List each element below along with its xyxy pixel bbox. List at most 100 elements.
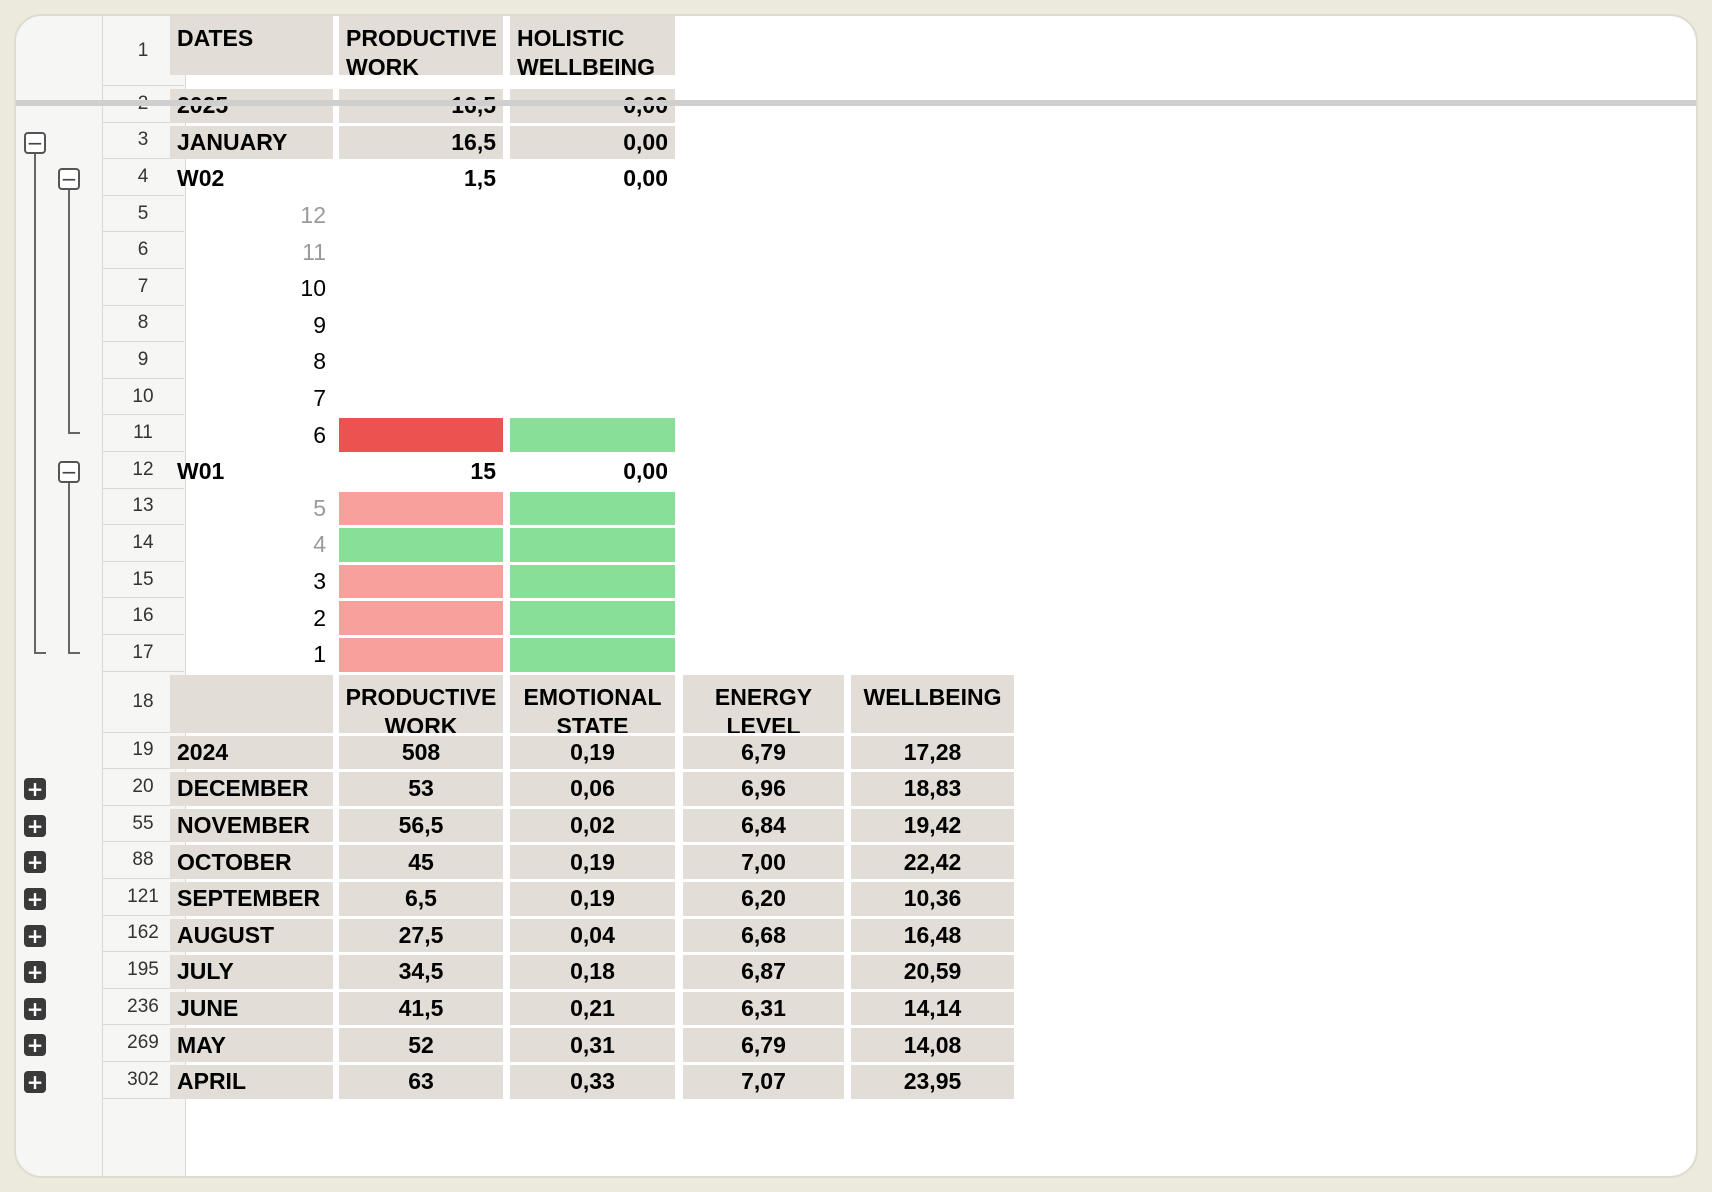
day-wellbeing-cell[interactable] — [510, 199, 675, 233]
month-wellbeing[interactable]: 14,14 — [851, 991, 1014, 1026]
month-label[interactable]: JULY — [170, 955, 333, 989]
day-number[interactable]: 8 — [170, 345, 333, 379]
week-holistic-wellbeing[interactable]: 0,00 — [510, 455, 675, 489]
month-label-january[interactable]: JANUARY — [170, 125, 333, 160]
day-number[interactable]: 2 — [170, 601, 333, 635]
day-number[interactable]: 3 — [170, 565, 333, 599]
month-energy-level[interactable]: 7,07 — [683, 1065, 844, 1099]
expand-group-plus-icon[interactable]: + — [24, 1034, 46, 1057]
month-productive-work[interactable]: 41,5 — [339, 991, 503, 1026]
month-emotional-state[interactable]: 0,19 — [510, 845, 675, 879]
month-energy-level[interactable]: 6,79 — [683, 1028, 844, 1062]
day-productive-work-cell[interactable] — [339, 418, 503, 452]
collapse-group-minus-icon[interactable]: − — [58, 461, 80, 483]
day-productive-work-cell[interactable] — [339, 309, 503, 343]
week-productive-work[interactable]: 15 — [339, 455, 503, 489]
month-productive-work[interactable]: 16,5 — [339, 125, 503, 160]
month-holistic-wellbeing[interactable]: 0,00 — [510, 125, 675, 160]
expand-group-plus-icon[interactable]: + — [24, 814, 46, 837]
day-productive-work-cell[interactable] — [339, 528, 503, 562]
month-wellbeing[interactable]: 10,36 — [851, 882, 1014, 916]
month-productive-work[interactable]: 63 — [339, 1065, 503, 1099]
month-emotional-state[interactable]: 0,21 — [510, 991, 675, 1026]
month-energy-level[interactable]: 6,20 — [683, 882, 844, 916]
month-productive-work[interactable]: 45 — [339, 845, 503, 879]
column-header-emotional-state[interactable]: EMOTIONAL STATE — [510, 674, 675, 733]
day-number[interactable]: 12 — [170, 199, 333, 233]
day-wellbeing-cell[interactable] — [510, 638, 675, 672]
week-holistic-wellbeing[interactable]: 0,00 — [510, 162, 675, 196]
column-header-blank[interactable] — [170, 674, 333, 733]
month-label[interactable]: JUNE — [170, 991, 333, 1026]
expand-group-plus-icon[interactable]: + — [24, 1071, 46, 1093]
frozen-header-divider[interactable] — [16, 100, 1696, 106]
day-wellbeing-cell[interactable] — [510, 601, 675, 635]
month-productive-work[interactable]: 27,5 — [339, 918, 503, 953]
month-productive-work[interactable]: 53 — [339, 772, 503, 806]
week-label-w01[interactable]: W01 — [170, 455, 333, 489]
month-productive-work[interactable]: 6,5 — [339, 882, 503, 916]
month-label[interactable]: NOVEMBER — [170, 808, 333, 843]
month-productive-work[interactable]: 56,5 — [339, 808, 503, 843]
day-productive-work-cell[interactable] — [339, 199, 503, 233]
month-emotional-state[interactable]: 0,31 — [510, 1028, 675, 1062]
day-productive-work-cell[interactable] — [339, 601, 503, 635]
day-productive-work-cell[interactable] — [339, 638, 503, 672]
month-label[interactable]: MAY — [170, 1028, 333, 1062]
month-label[interactable]: AUGUST — [170, 918, 333, 953]
month-emotional-state[interactable]: 0,18 — [510, 955, 675, 989]
month-energy-level[interactable]: 6,84 — [683, 808, 844, 843]
month-wellbeing[interactable]: 18,83 — [851, 772, 1014, 806]
day-number[interactable]: 4 — [170, 528, 333, 562]
month-emotional-state[interactable]: 0,19 — [510, 882, 675, 916]
day-productive-work-cell[interactable] — [339, 382, 503, 416]
day-wellbeing-cell[interactable] — [510, 272, 675, 306]
month-wellbeing[interactable]: 20,59 — [851, 955, 1014, 989]
month-emotional-state[interactable]: 0,02 — [510, 808, 675, 843]
year-label-2024[interactable]: 2024 — [170, 735, 333, 770]
column-header-wellbeing[interactable]: WELLBEING — [851, 674, 1014, 733]
month-energy-level[interactable]: 7,00 — [683, 845, 844, 879]
expand-group-plus-icon[interactable]: + — [24, 778, 46, 801]
expand-group-plus-icon[interactable]: + — [24, 961, 46, 984]
day-wellbeing-cell[interactable] — [510, 564, 675, 599]
expand-group-plus-icon[interactable]: + — [24, 924, 46, 947]
day-wellbeing-cell[interactable] — [510, 491, 675, 526]
expand-group-plus-icon[interactable]: + — [24, 997, 46, 1020]
column-header-energy-level[interactable]: ENERGY LEVEL — [683, 674, 844, 733]
day-productive-work-cell[interactable] — [339, 564, 503, 599]
day-number[interactable]: 1 — [170, 638, 333, 672]
month-wellbeing[interactable]: 19,42 — [851, 808, 1014, 843]
week-productive-work[interactable]: 1,5 — [339, 162, 503, 196]
day-wellbeing-cell[interactable] — [510, 528, 675, 562]
column-header-productive-work[interactable]: PRODUCTIVE WORK — [339, 16, 503, 75]
day-number[interactable]: 11 — [170, 235, 333, 269]
day-wellbeing-cell[interactable] — [510, 345, 675, 379]
day-wellbeing-cell[interactable] — [510, 235, 675, 269]
month-wellbeing[interactable]: 23,95 — [851, 1065, 1014, 1099]
day-productive-work-cell[interactable] — [339, 235, 503, 269]
expand-group-plus-icon[interactable]: + — [24, 851, 46, 874]
year-energy-level[interactable]: 6,79 — [683, 735, 844, 770]
month-emotional-state[interactable]: 0,33 — [510, 1065, 675, 1099]
day-productive-work-cell[interactable] — [339, 491, 503, 526]
day-productive-work-cell[interactable] — [339, 345, 503, 379]
week-label-w02[interactable]: W02 — [170, 162, 333, 196]
day-number[interactable]: 6 — [170, 418, 333, 452]
month-label[interactable]: DECEMBER — [170, 772, 333, 806]
day-wellbeing-cell[interactable] — [510, 418, 675, 452]
month-energy-level[interactable]: 6,87 — [683, 955, 844, 989]
month-wellbeing[interactable]: 14,08 — [851, 1028, 1014, 1062]
column-header-productive-work-2024[interactable]: PRODUCTIVE WORK — [339, 674, 503, 733]
day-wellbeing-cell[interactable] — [510, 309, 675, 343]
month-label[interactable]: SEPTEMBER — [170, 882, 333, 916]
month-energy-level[interactable]: 6,68 — [683, 918, 844, 953]
day-wellbeing-cell[interactable] — [510, 382, 675, 416]
month-productive-work[interactable]: 34,5 — [339, 955, 503, 989]
collapse-group-minus-icon[interactable]: − — [24, 131, 46, 154]
day-number[interactable]: 5 — [170, 492, 333, 526]
month-energy-level[interactable]: 6,96 — [683, 772, 844, 806]
column-header-holistic-wellbeing[interactable]: HOLISTIC WELLBEING — [510, 16, 675, 75]
column-header-dates[interactable]: DATES — [170, 16, 333, 75]
day-productive-work-cell[interactable] — [339, 272, 503, 306]
